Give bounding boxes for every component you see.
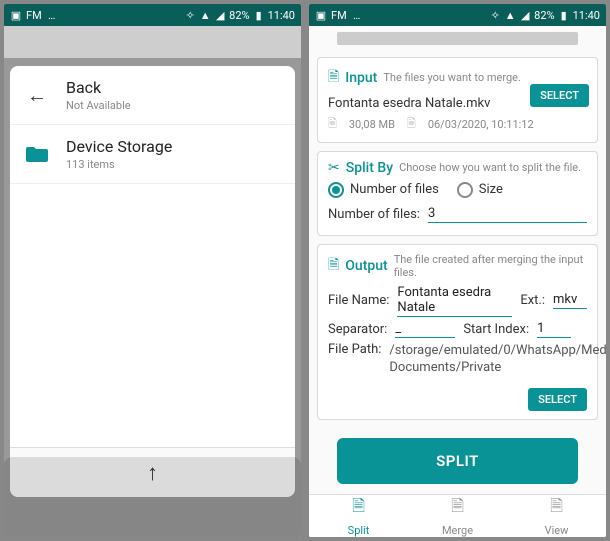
nav-view[interactable]: 🗎 View — [507, 495, 606, 537]
battery-icon: ▮ — [253, 9, 265, 22]
nav-merge-label: Merge — [442, 524, 473, 537]
count-label: Number of files: — [328, 207, 420, 222]
device-storage-subtitle: 113 items — [66, 158, 172, 171]
date-icon: 🗎 — [407, 115, 416, 134]
splitby-hint: Choose how you want to split the file. — [399, 161, 581, 174]
filepath-label: File Path: — [328, 342, 381, 357]
picker-up-button[interactable]: ↑ — [10, 447, 295, 497]
status-app-label: FM — [331, 9, 347, 22]
back-row[interactable]: ← Back Not Available — [10, 66, 295, 125]
ext-label: Ext.: — [520, 293, 545, 308]
output-select-button[interactable]: SELECT — [528, 388, 587, 411]
split-tab-icon: 🗎 — [352, 495, 365, 522]
split-action-button[interactable]: SPLIT — [337, 438, 578, 484]
merge-tab-icon: 🗎 — [451, 495, 464, 522]
radio-count-label: Number of files — [350, 182, 439, 197]
status-time: 11:40 — [268, 9, 295, 22]
filename-label: File Name: — [328, 293, 389, 308]
status-bar: ▣ FM … ✧ ▲ ◢ 82% ▮ 11:40 — [309, 4, 606, 26]
back-subtitle: Not Available — [66, 99, 131, 112]
input-size: 30,08 MB — [349, 118, 395, 131]
input-select-button[interactable]: SELECT — [530, 84, 589, 107]
status-dot-icon: … — [46, 9, 58, 22]
status-battery: 82% — [534, 9, 554, 22]
status-bar: ▣ FM … ✧ ▲ ◢ 82% ▮ 11:40 — [4, 4, 301, 26]
filename-input[interactable]: Fontanta esedra Natale — [397, 285, 512, 317]
vibrate-icon: ✧ — [184, 9, 196, 22]
startidx-input[interactable]: 1 — [537, 321, 571, 338]
battery-icon: ▮ — [558, 9, 570, 22]
separator-label: Separator: — [328, 322, 387, 337]
bottom-nav: 🗎 Split 🗎 Merge 🗎 View — [309, 494, 606, 537]
status-dot-icon: … — [351, 9, 363, 22]
wifi-icon: ▲ — [504, 9, 516, 22]
filesize-icon: 🗎 — [328, 115, 337, 134]
app-indicator-icon: ▣ — [10, 9, 22, 22]
wifi-icon: ▲ — [199, 9, 211, 22]
split-config-screen: ▣ FM … ✧ ▲ ◢ 82% ▮ 11:40 🗎 Input The fil… — [309, 4, 606, 537]
count-input[interactable]: 3 — [428, 206, 587, 223]
device-storage-title: Device Storage — [66, 137, 172, 156]
radio-number-of-files[interactable]: Number of files — [328, 182, 439, 198]
app-indicator-icon: ▣ — [315, 9, 327, 22]
nav-merge[interactable]: 🗎 Merge — [408, 495, 507, 537]
ad-placeholder — [337, 32, 578, 45]
splitby-title: Split By — [346, 160, 393, 176]
nav-split-label: Split — [348, 524, 370, 537]
input-card: 🗎 Input The files you want to merge. Fon… — [317, 57, 598, 143]
view-tab-icon: 🗎 — [550, 495, 563, 522]
status-app-label: FM — [26, 9, 42, 22]
device-storage-row[interactable]: Device Storage 113 items — [10, 125, 295, 184]
radio-size[interactable]: Size — [457, 182, 503, 198]
back-arrow-icon: ← — [24, 82, 50, 108]
file-picker-screen: ▣ FM … ✧ ▲ ◢ 82% ▮ 11:40 ← Back Not Avai… — [4, 4, 301, 537]
output-card: 🗎 Output The file created after merging … — [317, 244, 598, 420]
nav-split[interactable]: 🗎 Split — [309, 495, 408, 537]
startidx-label: Start Index: — [463, 322, 529, 337]
output-title: Output — [345, 258, 387, 274]
signal-icon: ◢ — [214, 9, 226, 22]
input-hint: The files you want to merge. — [383, 71, 521, 84]
radio-checked-icon — [328, 182, 344, 198]
radio-size-label: Size — [479, 182, 503, 197]
arrow-up-icon: ↑ — [147, 460, 158, 486]
output-hint: The file created after merging the input… — [394, 253, 587, 279]
scissors-icon: ✂ — [328, 160, 340, 176]
filepath-value: /storage/emulated/0/WhatsApp/Media/Whats… — [389, 342, 587, 378]
folder-icon — [24, 141, 50, 167]
overlay-dim-top — [4, 26, 301, 58]
radio-unchecked-icon — [457, 182, 473, 198]
vibrate-icon: ✧ — [489, 9, 501, 22]
storage-picker-sheet: ← Back Not Available Device Storage 113 … — [10, 66, 295, 497]
nav-view-label: View — [545, 524, 569, 537]
back-title: Back — [66, 78, 131, 97]
input-date: 06/03/2020, 10:11:12 — [428, 118, 534, 131]
splitby-card: ✂ Split By Choose how you want to split … — [317, 151, 598, 236]
input-file-icon: 🗎 — [328, 66, 339, 90]
input-title: Input — [345, 70, 377, 86]
status-time: 11:40 — [573, 9, 600, 22]
ext-input[interactable]: mkv — [553, 292, 587, 309]
signal-icon: ◢ — [519, 9, 531, 22]
separator-input[interactable]: _ — [395, 321, 455, 338]
status-battery: 82% — [229, 9, 249, 22]
output-file-icon: 🗎 — [328, 254, 339, 278]
